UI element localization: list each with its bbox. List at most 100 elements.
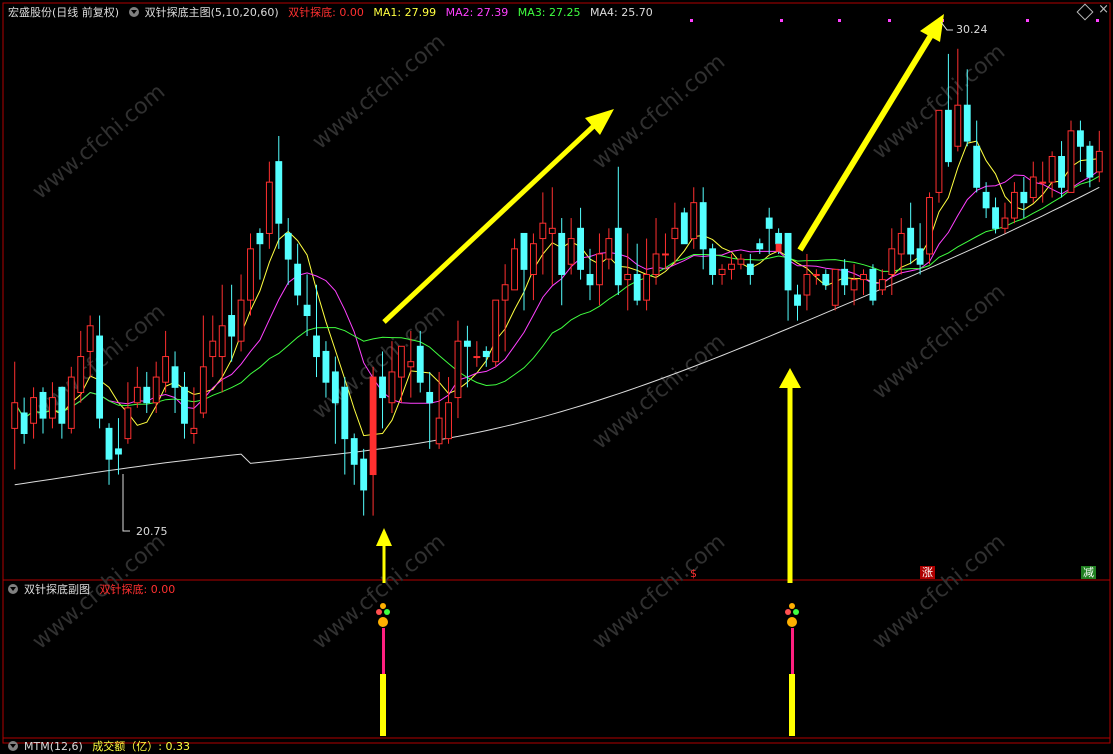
candle-body xyxy=(350,438,358,465)
high-leader xyxy=(940,21,953,31)
chart-window[interactable]: www.cfchi.com www.cfchi.com www.cfchi.com w… xyxy=(0,0,1113,753)
ma4-value: MA4: 25.70 xyxy=(590,6,653,19)
ma2-value: MA2: 27.39 xyxy=(445,6,509,19)
watermark-text: www.cfchi.com xyxy=(868,529,1010,654)
candle-body xyxy=(643,273,651,301)
ma1-value: MA1: 27.99 xyxy=(373,6,437,19)
candle-body xyxy=(992,207,999,229)
candle-body xyxy=(341,386,349,440)
candle-body xyxy=(511,248,518,291)
collapse-icon[interactable] xyxy=(8,741,18,751)
candle-body xyxy=(860,273,867,281)
watermark-text: www.cfchi.com xyxy=(588,529,730,654)
top-marker-dot xyxy=(838,19,841,22)
candle-body xyxy=(831,268,839,306)
event-badge-s[interactable]: $ xyxy=(688,567,699,580)
event-badge-jian[interactable]: 减 xyxy=(1081,566,1096,579)
candle-body xyxy=(812,273,820,276)
candle-body xyxy=(624,273,632,281)
candle-body xyxy=(765,217,773,229)
candle-body xyxy=(143,386,151,404)
sub-signal-1 xyxy=(376,603,390,736)
candle-body xyxy=(228,315,236,337)
candle-body xyxy=(1001,217,1009,229)
candle-body xyxy=(926,197,933,255)
candle-body xyxy=(463,340,471,347)
candle-body xyxy=(331,371,339,404)
candle-body xyxy=(86,325,94,352)
candle-body xyxy=(181,386,188,424)
candle-body xyxy=(265,181,273,234)
watermark-text: www.cfchi.com xyxy=(308,529,450,654)
candle-body xyxy=(49,397,56,419)
candle-body xyxy=(794,294,801,306)
watermark-text: www.cfchi.com xyxy=(588,329,730,454)
candle-body xyxy=(784,232,792,291)
candle-body xyxy=(775,232,783,245)
top-marker-dot xyxy=(1096,19,1099,22)
candle-body xyxy=(520,232,528,270)
candle-body xyxy=(1048,156,1056,183)
event-badge-zhang[interactable]: 涨 xyxy=(920,566,935,579)
candle-body xyxy=(388,371,396,404)
stock-name[interactable]: 宏盛股份(日线 前复权) xyxy=(8,6,119,19)
candle-body xyxy=(850,279,858,291)
candle-body xyxy=(275,161,283,224)
candle-body xyxy=(435,417,443,445)
candle-body xyxy=(577,227,585,270)
watermark-text: www.cfchi.com xyxy=(308,29,450,154)
candle-body xyxy=(1020,191,1028,204)
candle-body xyxy=(907,227,915,255)
candle-body xyxy=(1076,130,1084,147)
candle-body xyxy=(237,299,245,342)
candle-body xyxy=(897,232,905,255)
close-icon[interactable]: × xyxy=(1098,2,1109,17)
candle-body xyxy=(1086,145,1094,178)
candle-body xyxy=(605,238,613,260)
candle-body xyxy=(869,268,877,301)
candle-body xyxy=(1039,181,1047,184)
candle-body xyxy=(756,243,764,250)
candle-body xyxy=(539,222,547,240)
candle-body xyxy=(596,253,603,286)
candle-body xyxy=(416,345,424,383)
mtm-label[interactable]: MTM(12,6) xyxy=(24,740,83,753)
watermark-text: www.cfchi.com xyxy=(868,279,1010,404)
bottom-chart-header: MTM(12,6) 成交额（亿）: 0.33 xyxy=(8,740,196,754)
candle-body xyxy=(247,248,254,301)
candle-body xyxy=(397,345,405,378)
candle-body xyxy=(548,227,556,234)
watermark-text: www.cfchi.com xyxy=(28,79,170,204)
low-leader xyxy=(122,474,130,532)
collapse-icon[interactable] xyxy=(8,584,18,594)
candle-body xyxy=(407,361,415,368)
signal-value: 双针探底: 0.00 xyxy=(288,6,364,19)
top-marker-dots xyxy=(690,19,1099,22)
candle-body xyxy=(77,356,85,393)
sub-indicator-name[interactable]: 双针探底副图 xyxy=(24,583,90,596)
up-arrow-2 xyxy=(779,368,801,583)
candle-body xyxy=(162,356,170,383)
candle-body xyxy=(1095,150,1103,173)
candle-body xyxy=(20,412,28,434)
candle-body xyxy=(482,350,490,358)
candle-body xyxy=(954,104,962,147)
high-price-label: 30.24 xyxy=(956,23,988,36)
candle-body xyxy=(822,273,830,286)
candle-body xyxy=(473,356,481,359)
candle-body xyxy=(133,386,141,404)
candle-body xyxy=(294,263,302,296)
sub-chart-header: 双针探底副图 双针探底: 0.00 xyxy=(8,583,181,597)
candle-body xyxy=(841,268,849,286)
candle-body xyxy=(124,407,132,440)
collapse-icon[interactable] xyxy=(128,7,139,17)
volume-value: 成交额（亿）: 0.33 xyxy=(92,740,190,753)
indicator-name[interactable]: 双针探底主图 xyxy=(145,6,211,19)
candle-body xyxy=(313,335,320,358)
candle-body xyxy=(209,340,217,358)
chart-canvas[interactable]: www.cfchi.com www.cfchi.com www.cfchi.com w… xyxy=(0,0,1113,749)
candle-body xyxy=(105,427,113,460)
signal-candle xyxy=(370,377,377,475)
candle-body xyxy=(115,448,122,455)
candle-body xyxy=(737,258,745,265)
